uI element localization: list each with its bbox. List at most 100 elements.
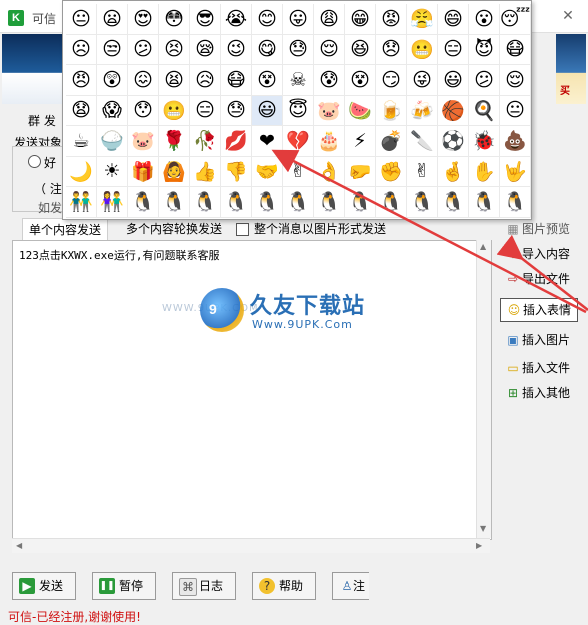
- emoji-cell[interactable]: ❤: [252, 126, 283, 157]
- emoji-cell[interactable]: ☕: [66, 126, 97, 157]
- emoji-cell[interactable]: 😌: [500, 65, 531, 96]
- pause-button[interactable]: ❚❚ 暂停: [92, 572, 156, 600]
- emoji-cell[interactable]: 😬: [159, 95, 190, 126]
- emoji-cell[interactable]: 😷: [500, 34, 531, 65]
- emoji-cell[interactable]: 🍉: [345, 95, 376, 126]
- emoji-cell[interactable]: 😒: [97, 34, 128, 65]
- emoji-cell[interactable]: 🙆: [159, 156, 190, 187]
- emoji-cell[interactable]: 😱: [97, 95, 128, 126]
- emoji-cell[interactable]: 😷: [221, 65, 252, 96]
- emoji-cell[interactable]: 👌: [314, 156, 345, 187]
- emoji-cell[interactable]: ✋: [469, 156, 500, 187]
- emoji-cell[interactable]: 🌙: [66, 156, 97, 187]
- emoji-cell[interactable]: 🐧: [128, 187, 159, 218]
- image-preview-button[interactable]: ▦ 图片预览: [500, 218, 586, 240]
- emoji-cell[interactable]: ☠: [283, 65, 314, 96]
- emoji-cell[interactable]: 😇: [283, 95, 314, 126]
- emoji-cell[interactable]: 😵: [252, 65, 283, 96]
- emoji-cell[interactable]: ☀: [97, 156, 128, 187]
- emoji-cell[interactable]: 👫: [97, 187, 128, 218]
- emoji-cell[interactable]: 😪: [190, 34, 221, 65]
- friends-radio[interactable]: [28, 155, 41, 168]
- emoji-cell[interactable]: 🥀: [190, 126, 221, 157]
- emoji-cell[interactable]: 😴: [500, 4, 531, 35]
- emoji-cell[interactable]: ✌: [283, 156, 314, 187]
- horizontal-scrollbar[interactable]: ◀ ▶: [12, 538, 490, 553]
- help-button[interactable]: ? 帮助: [252, 572, 316, 600]
- emoji-cell[interactable]: 😈: [469, 34, 500, 65]
- emoji-cell[interactable]: 🍳: [469, 95, 500, 126]
- emoji-cell[interactable]: 😬: [407, 34, 438, 65]
- emoji-cell[interactable]: 💋: [221, 126, 252, 157]
- emoji-cell[interactable]: ✊: [376, 156, 407, 187]
- emoji-cell[interactable]: 😜: [407, 65, 438, 96]
- scroll-left-icon[interactable]: ◀: [16, 541, 22, 550]
- emoji-cell[interactable]: 🍺: [376, 95, 407, 126]
- emoji-cell[interactable]: 😦: [97, 4, 128, 35]
- emoji-cell[interactable]: 🤟: [500, 156, 531, 187]
- emoji-cell[interactable]: 🐧: [221, 187, 252, 218]
- emoji-cell[interactable]: 😯: [128, 95, 159, 126]
- emoji-cell[interactable]: 😊: [252, 4, 283, 35]
- tab-group-send[interactable]: 群 发: [28, 112, 56, 129]
- emoji-cell[interactable]: 😋: [252, 34, 283, 65]
- emoji-cell[interactable]: ✌: [407, 156, 438, 187]
- emoji-cell[interactable]: 😑: [190, 95, 221, 126]
- emoji-cell[interactable]: 🐧: [500, 187, 531, 218]
- emoji-cell[interactable]: 😓: [283, 34, 314, 65]
- emoji-cell[interactable]: 🌹: [159, 126, 190, 157]
- emoji-cell[interactable]: 👬: [66, 187, 97, 218]
- emoji-cell[interactable]: 💣: [376, 126, 407, 157]
- emoji-cell[interactable]: 🤛: [345, 156, 376, 187]
- send-button[interactable]: ▶ 发送: [12, 572, 76, 600]
- emoji-cell[interactable]: 🤞: [438, 156, 469, 187]
- emoji-cell[interactable]: 🏀: [438, 95, 469, 126]
- emoji-cell[interactable]: 😥: [190, 65, 221, 96]
- emoji-cell[interactable]: 🐧: [283, 187, 314, 218]
- emoji-cell[interactable]: 😓: [221, 95, 252, 126]
- emoji-cell[interactable]: 😏: [376, 65, 407, 96]
- import-content-button[interactable]: ⇩ 导入内容: [500, 243, 586, 265]
- emoji-cell[interactable]: 😡: [376, 4, 407, 35]
- emoji-cell[interactable]: 🎂: [314, 126, 345, 157]
- tab-single-content[interactable]: 单个内容发送: [22, 218, 109, 241]
- emoji-cell[interactable]: 😎: [190, 4, 221, 35]
- emoji-cell[interactable]: ⚽: [438, 126, 469, 157]
- emoji-cell[interactable]: 🔪: [407, 126, 438, 157]
- insert-image-button[interactable]: ▣ 插入图片: [500, 329, 586, 351]
- insert-other-button[interactable]: ⊞ 插入其他: [500, 382, 586, 404]
- message-editor[interactable]: 123点击KXWX.exe运行,有问题联系客服: [12, 240, 492, 540]
- emoji-cell[interactable]: 😠: [66, 65, 97, 96]
- register-button[interactable]: ♙ 注册: [332, 572, 369, 600]
- emoji-cell[interactable]: 😌: [314, 34, 345, 65]
- emoji-cell[interactable]: 😧: [66, 95, 97, 126]
- log-button[interactable]: ⌘ 日志: [172, 572, 236, 600]
- emoji-cell[interactable]: 😁: [345, 4, 376, 35]
- scroll-right-icon[interactable]: ▶: [476, 541, 482, 550]
- emoji-cell[interactable]: ☹: [66, 34, 97, 65]
- scroll-up-icon[interactable]: ▲: [480, 242, 486, 251]
- emoji-cell[interactable]: 😛: [283, 4, 314, 35]
- emoji-cell[interactable]: 🐧: [376, 187, 407, 218]
- emoji-cell[interactable]: 🐧: [159, 187, 190, 218]
- emoji-cell[interactable]: 😮: [469, 4, 500, 35]
- emoji-cell[interactable]: 😳: [159, 4, 190, 35]
- emoji-cell[interactable]: 😃: [438, 65, 469, 96]
- emoji-cell[interactable]: 🍚: [97, 126, 128, 157]
- emoji-cell[interactable]: 😑: [438, 34, 469, 65]
- emoji-cell[interactable]: 😉: [221, 34, 252, 65]
- emoji-cell[interactable]: 🐧: [345, 187, 376, 218]
- tab-multi-content[interactable]: 多个内容轮换发送: [120, 218, 228, 240]
- close-icon[interactable]: ✕: [556, 6, 580, 26]
- emoji-cell[interactable]: 😞: [376, 34, 407, 65]
- emoji-cell[interactable]: 🐧: [252, 187, 283, 218]
- emoji-cell[interactable]: 😆: [345, 34, 376, 65]
- emoji-cell[interactable]: 🐧: [314, 187, 345, 218]
- emoji-cell[interactable]: 😍: [128, 4, 159, 35]
- emoji-cell[interactable]: 🐧: [438, 187, 469, 218]
- emoji-cell[interactable]: 😣: [159, 34, 190, 65]
- emoji-cell[interactable]: 🐧: [469, 187, 500, 218]
- emoji-cell[interactable]: 😕: [469, 65, 500, 96]
- emoji-cell[interactable]: 😭: [221, 4, 252, 35]
- emoji-cell[interactable]: 😖: [128, 65, 159, 96]
